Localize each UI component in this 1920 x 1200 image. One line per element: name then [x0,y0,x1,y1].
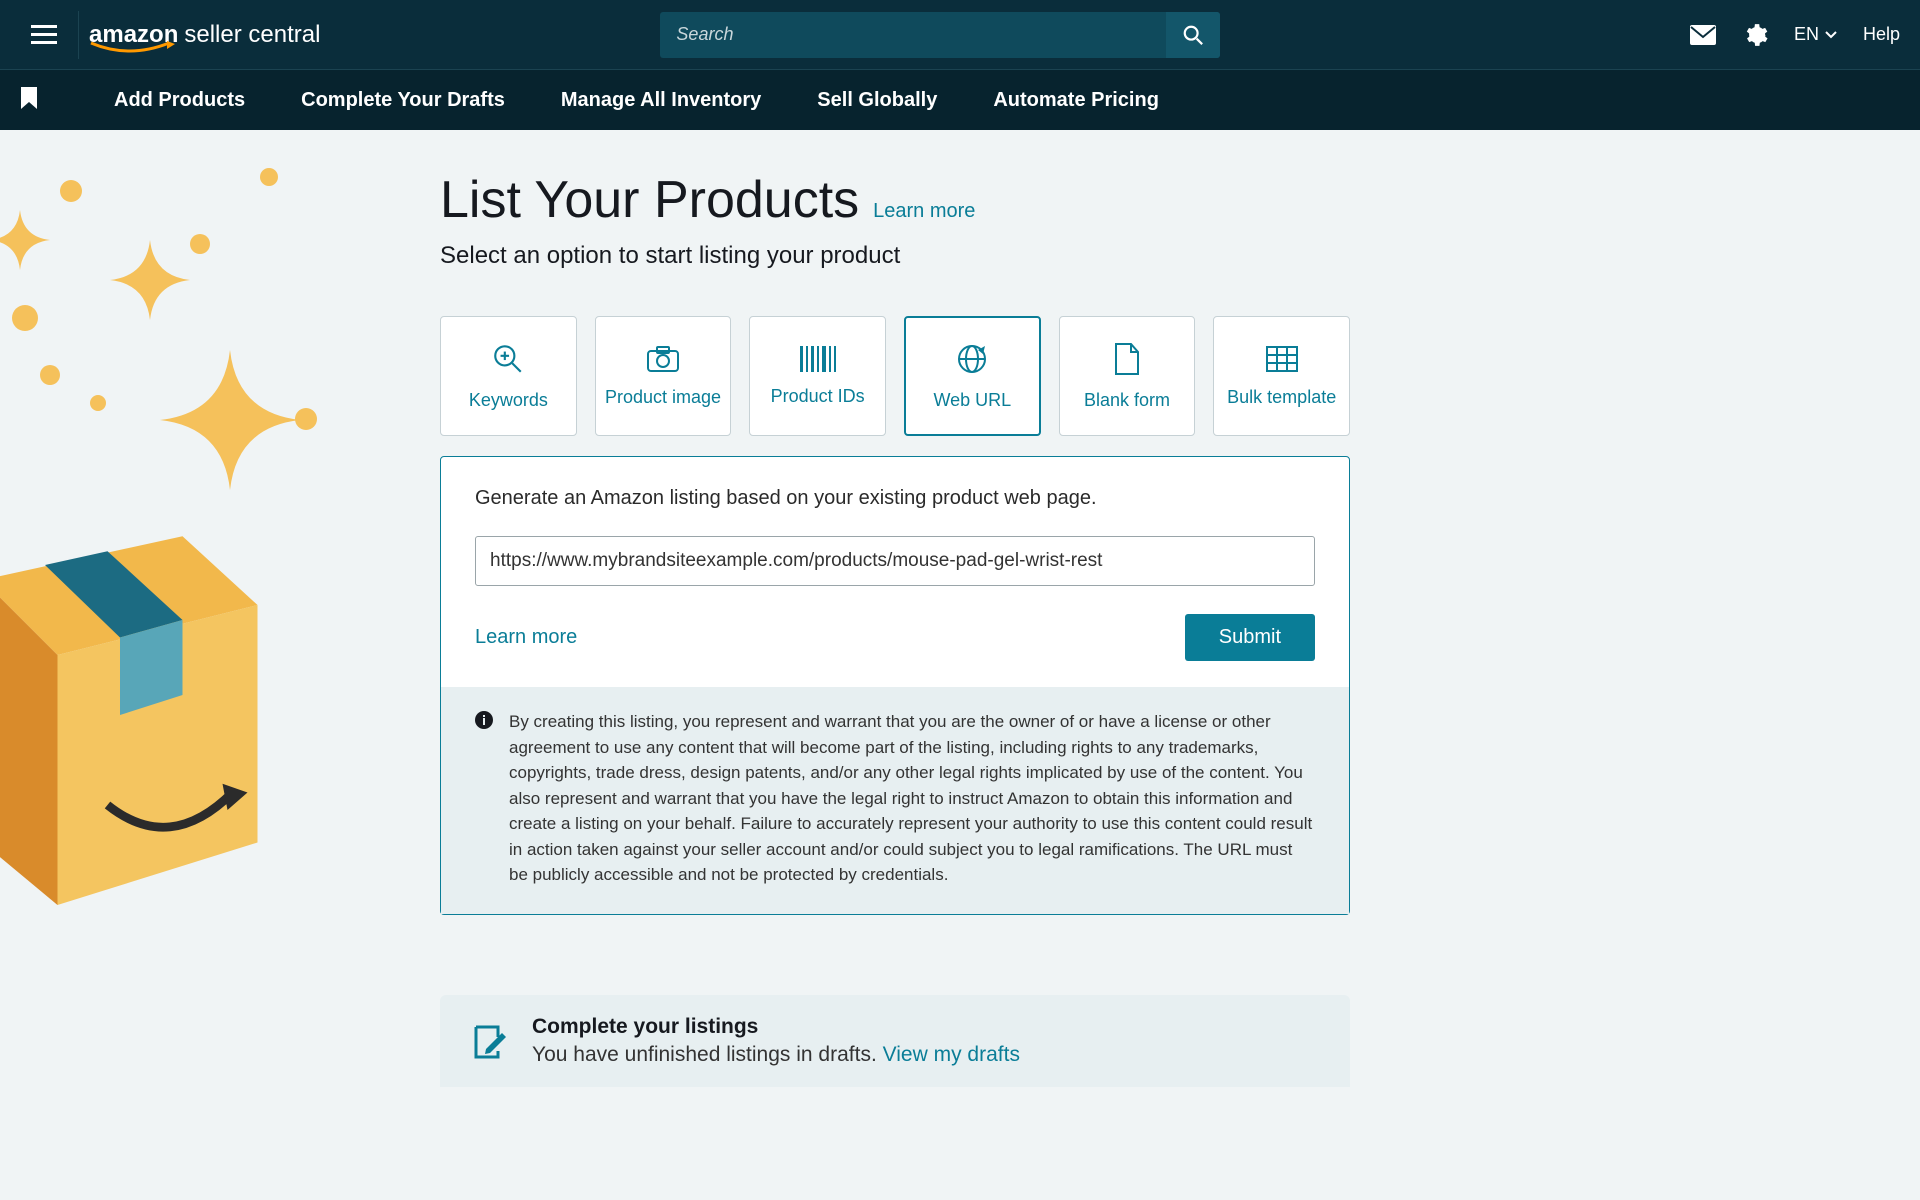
option-keywords[interactable]: Keywords [440,316,577,436]
option-web-url[interactable]: Web URL [904,316,1041,436]
bookmark-icon [20,86,38,110]
disclaimer-box: By creating this listing, you represent … [441,687,1349,914]
option-label: Keywords [469,390,548,411]
panel-learn-more-link[interactable]: Learn more [475,626,577,649]
top-header: amazon seller central EN Help [0,0,1920,70]
page-title: List Your Products [440,170,859,230]
nav-add-products[interactable]: Add Products [114,89,245,112]
option-product-ids[interactable]: Product IDs [749,316,886,436]
envelope-icon [1690,25,1716,45]
chevron-down-icon [1825,31,1837,39]
search-box [660,12,1220,58]
logo-brand: amazon [89,21,178,49]
submit-button[interactable]: Submit [1185,614,1315,661]
logo-suffix: seller central [184,21,320,49]
page-body: List Your Products Learn more Select an … [0,130,1920,1087]
option-label: Product IDs [771,386,865,407]
amazon-smile-icon [89,41,177,57]
grid-icon [1265,345,1299,373]
messages-button[interactable] [1690,25,1716,45]
camera-icon [646,345,680,373]
nav-bar: Add Products Complete Your Drafts Manage… [0,70,1920,130]
page-subtitle: Select an option to start listing your p… [440,242,1350,270]
search-zoom-icon [491,342,525,376]
package-illustration [0,430,310,930]
globe-arrow-icon [955,342,989,376]
language-selector[interactable]: EN [1794,24,1837,45]
option-label: Web URL [933,390,1011,411]
view-drafts-link[interactable]: View my drafts [883,1043,1020,1066]
url-input[interactable] [475,536,1315,586]
main-column: List Your Products Learn more Select an … [350,130,1390,1087]
decorative-art [0,130,350,1030]
logo[interactable]: amazon seller central [89,21,320,49]
option-row: Keywords Product image Product IDs [440,316,1350,436]
info-icon [475,711,493,729]
web-url-panel: Generate an Amazon listing based on your… [440,456,1350,915]
complete-bar-subtitle: You have unfinished listings in drafts. … [532,1043,1020,1067]
search-container [660,12,1220,58]
settings-button[interactable] [1742,22,1768,48]
edit-note-icon [468,1021,508,1061]
header-divider [78,11,79,59]
hamburger-menu-button[interactable] [20,11,68,59]
complete-listings-bar: Complete your listings You have unfinish… [440,995,1350,1087]
hamburger-icon [31,25,57,45]
disclaimer-text: By creating this listing, you represent … [509,709,1315,888]
gear-icon [1742,22,1768,48]
nav-sell-globally[interactable]: Sell Globally [817,89,937,112]
search-input[interactable] [660,12,1166,58]
barcode-icon [798,346,838,372]
header-right: EN Help [1690,22,1900,48]
search-icon [1182,24,1204,46]
complete-bar-title: Complete your listings [532,1015,1020,1039]
option-product-image[interactable]: Product image [595,316,732,436]
option-bulk-template[interactable]: Bulk template [1213,316,1350,436]
help-link[interactable]: Help [1863,24,1900,45]
panel-description: Generate an Amazon listing based on your… [475,487,1315,510]
search-button[interactable] [1166,12,1220,58]
bookmark-button[interactable] [20,86,38,115]
complete-bar-subtitle-text: You have unfinished listings in drafts. [532,1043,877,1066]
option-blank-form[interactable]: Blank form [1059,316,1196,436]
language-label: EN [1794,24,1819,45]
nav-manage-inventory[interactable]: Manage All Inventory [561,89,761,112]
option-label: Blank form [1084,390,1170,411]
nav-complete-drafts[interactable]: Complete Your Drafts [301,89,505,112]
file-icon [1113,342,1141,376]
option-label: Bulk template [1227,387,1336,408]
title-learn-more-link[interactable]: Learn more [873,200,975,223]
option-label: Product image [605,387,721,408]
nav-automate-pricing[interactable]: Automate Pricing [993,89,1159,112]
